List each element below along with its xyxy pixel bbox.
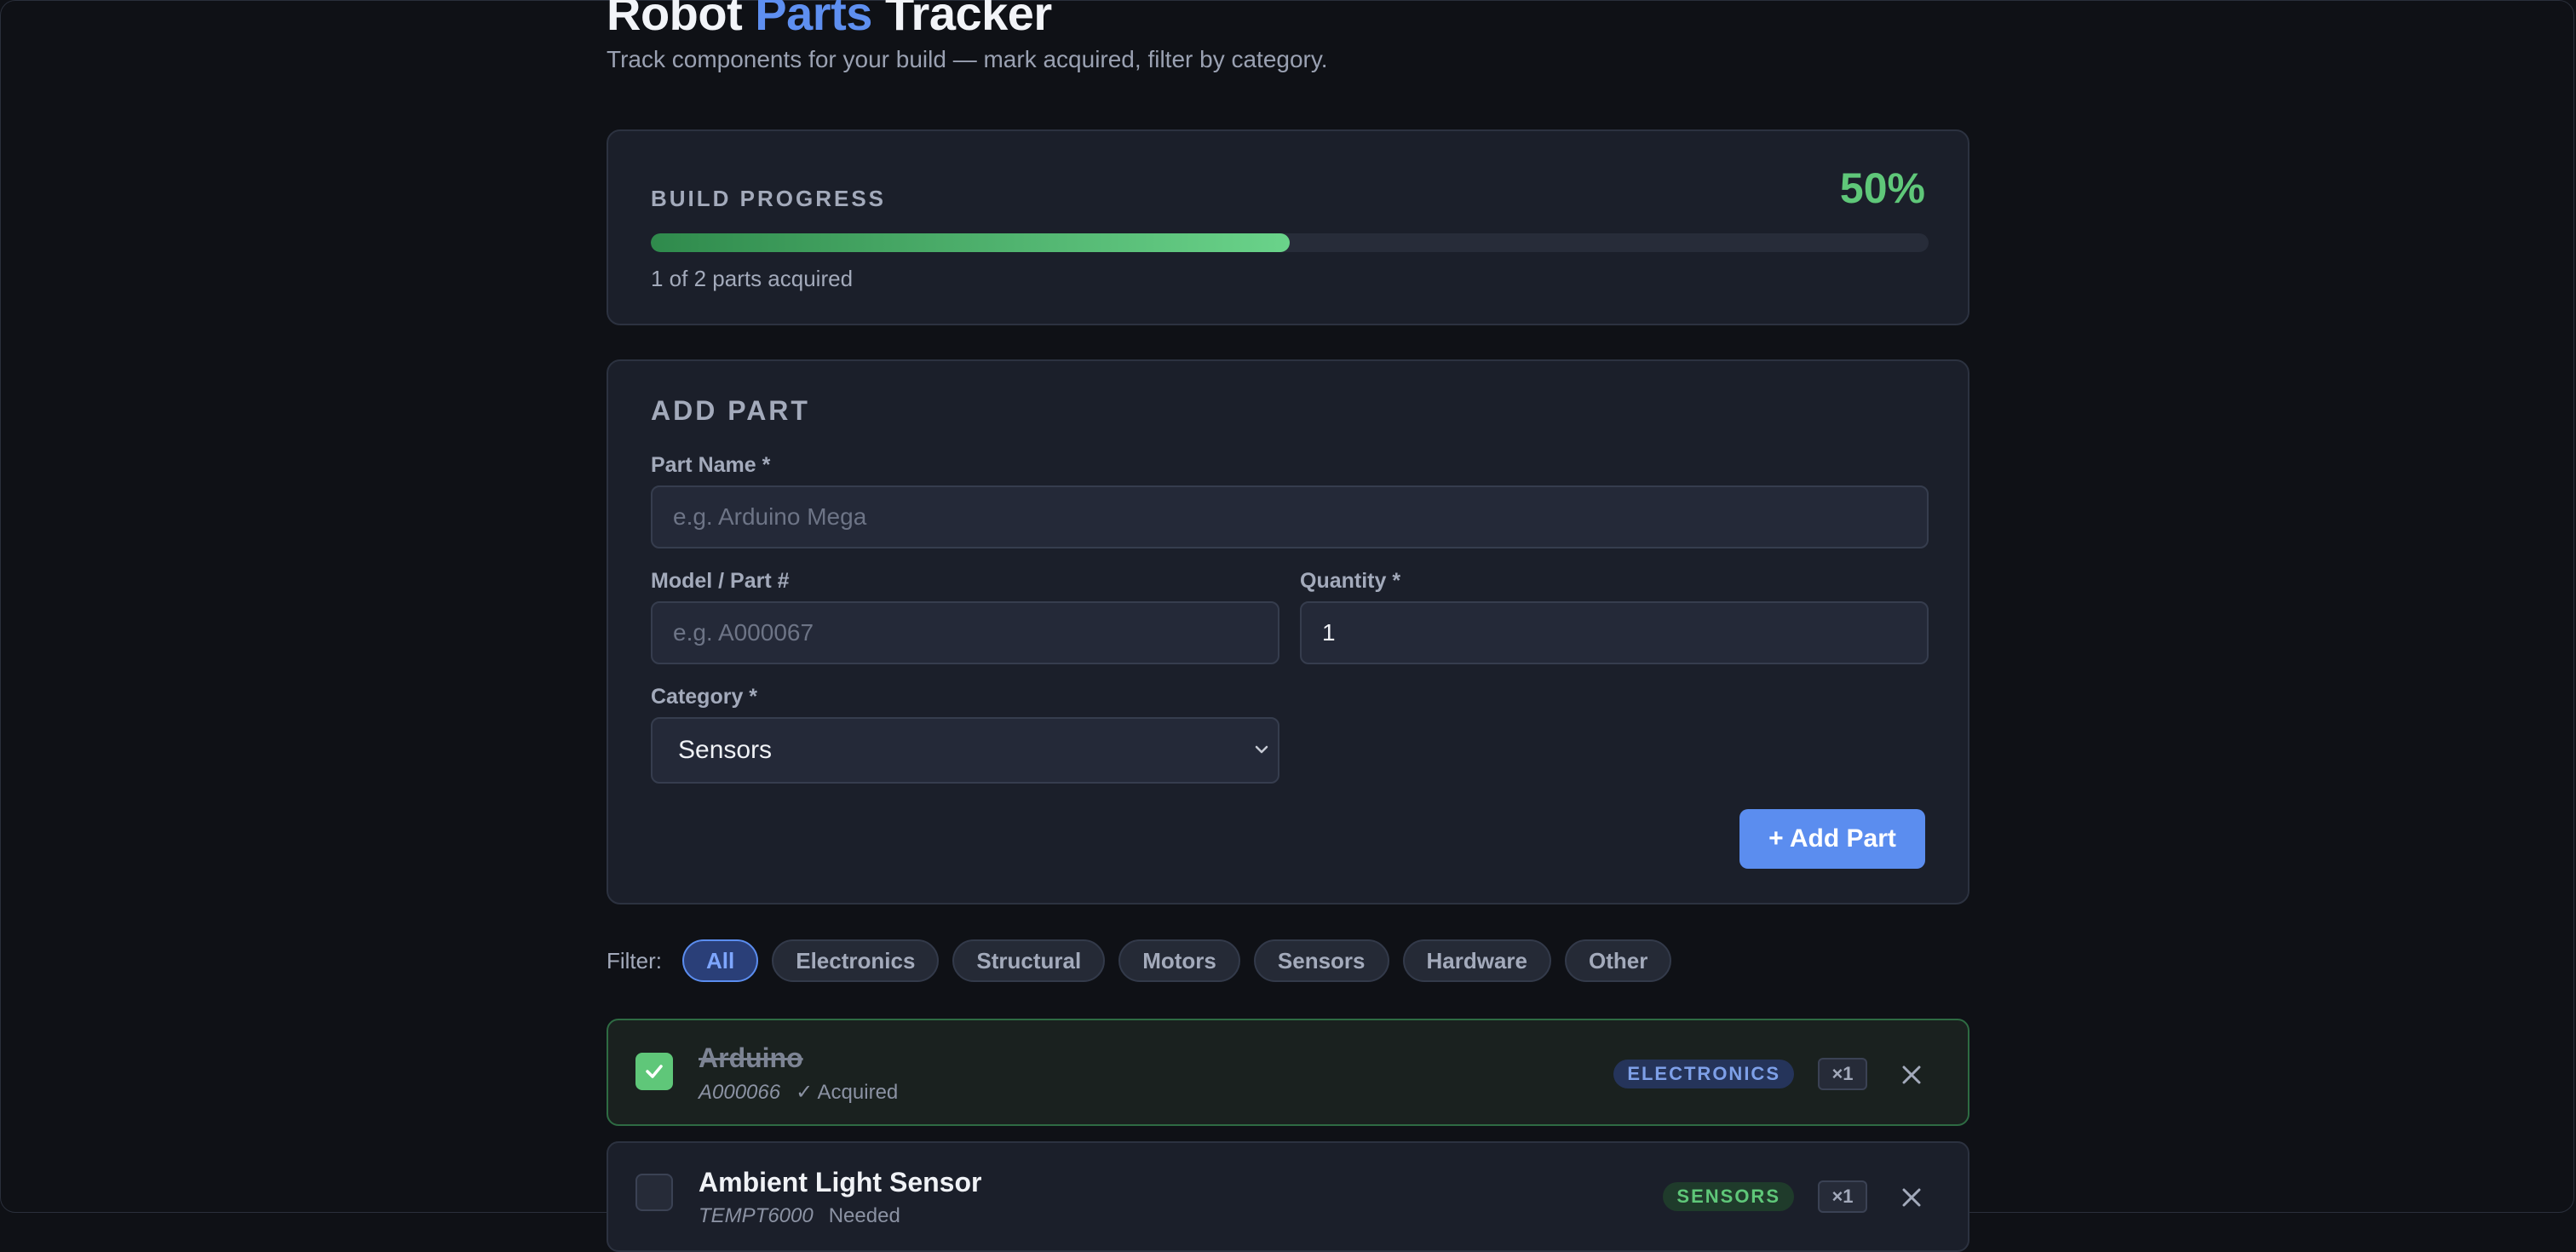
category-select[interactable]: Sensors <box>651 717 1279 784</box>
category-select-value: Sensors <box>678 736 773 764</box>
part-meta: A000066 ✓ Acquired <box>699 1080 898 1105</box>
check-icon <box>646 1065 663 1078</box>
part-model: A000066 <box>699 1081 781 1104</box>
add-part-title: ADD PART <box>651 395 810 426</box>
close-icon[interactable] <box>1895 1058 1929 1092</box>
part-meta: TEMPT6000 Needed <box>699 1204 900 1228</box>
chevron-down-icon <box>1254 719 1269 807</box>
build-progress-count: 1 of 2 parts acquired <box>651 266 854 291</box>
category-badge: ELECTRONICS <box>1613 1060 1794 1088</box>
model-input[interactable] <box>651 601 1279 664</box>
filter-label: Filter: <box>607 947 662 973</box>
acquired-checkbox[interactable] <box>635 1174 673 1211</box>
part-name: Ambient Light Sensor <box>699 1167 982 1197</box>
acquired-checkbox[interactable] <box>635 1053 673 1090</box>
quantity-badge: ×1 <box>1818 1058 1867 1090</box>
build-progress-card: BUILD PROGRESS 50% 1 of 2 parts acquired <box>607 129 1969 325</box>
progress-bar-fill <box>651 233 1290 252</box>
build-progress-percent: 50% <box>1839 164 1925 212</box>
part-name: Arduino <box>699 1042 803 1073</box>
category-badge: SENSORS <box>1663 1182 1794 1211</box>
progress-bar-track <box>651 233 1929 252</box>
filter-chip-structural[interactable]: Structural <box>952 939 1106 982</box>
part-row: Ambient Light Sensor TEMPT6000 Needed SEN… <box>607 1141 1969 1252</box>
filter-chip-electronics[interactable]: Electronics <box>772 939 940 982</box>
part-name-input[interactable] <box>651 485 1929 548</box>
title-part-1: Robot <box>607 0 743 40</box>
part-row: Arduino A000066 ✓ Acquired ELECTRONICS ×1 <box>607 1019 1969 1126</box>
quantity-badge: ×1 <box>1818 1180 1867 1213</box>
title-part-2: Tracker <box>884 0 1052 40</box>
build-progress-label: BUILD PROGRESS <box>651 186 887 211</box>
page-subtitle: Track components for your build — mark a… <box>607 46 1328 72</box>
quantity-input[interactable] <box>1300 601 1929 664</box>
category-label: Category * <box>651 685 758 709</box>
filter-chip-other[interactable]: Other <box>1565 939 1672 982</box>
add-part-button[interactable]: + Add Part <box>1739 809 1925 869</box>
quantity-label: Quantity * <box>1300 569 1401 593</box>
filter-chip-all[interactable]: All <box>682 939 759 982</box>
close-icon[interactable] <box>1895 1180 1929 1215</box>
filter-chip-motors[interactable]: Motors <box>1118 939 1240 982</box>
filter-chip-sensors[interactable]: Sensors <box>1253 939 1389 982</box>
model-label: Model / Part # <box>651 569 790 593</box>
part-model: TEMPT6000 <box>699 1204 814 1227</box>
part-name-label: Part Name * <box>651 453 771 477</box>
filter-bar: Filter: All Electronics Structural Motor… <box>607 937 1672 985</box>
title-accent: Parts <box>755 0 872 40</box>
part-status: Needed <box>828 1204 900 1227</box>
part-status: ✓ Acquired <box>796 1081 899 1104</box>
page-title: Robot Parts Tracker <box>607 0 1052 44</box>
add-part-card: ADD PART Part Name * Model / Part # Quan… <box>607 359 1969 905</box>
filter-chip-hardware[interactable]: Hardware <box>1402 939 1551 982</box>
